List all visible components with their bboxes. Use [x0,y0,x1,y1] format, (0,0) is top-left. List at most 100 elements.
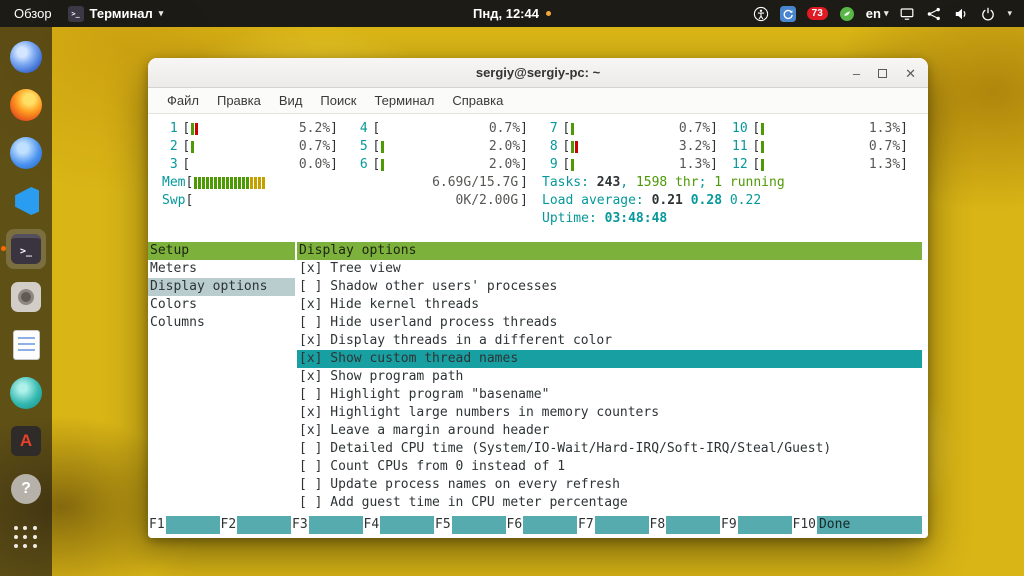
uptime-line: Uptime: 03:48:48 [542,210,922,228]
dock: >_ A? [0,27,52,576]
close-button[interactable]: ✕ [905,67,916,80]
menu-file[interactable]: Файл [158,93,208,108]
network-icon[interactable] [926,6,942,22]
menu-bar: Файл Правка Вид Поиск Терминал Справка [148,88,928,114]
option-row-11[interactable]: [ ] Count CPUs from 0 instead of 1 [297,458,922,476]
dock-writer-icon[interactable] [6,325,46,365]
accessibility-icon[interactable] [753,6,769,22]
menu-view[interactable]: Вид [270,93,312,108]
cpu-meter-5: 5[2.0%] [352,138,542,156]
screen-share-icon[interactable] [899,6,915,22]
option-row-1[interactable]: [ ] Shadow other users' processes [297,278,922,296]
chevron-down-icon: ▾ [159,8,164,19]
desktop-background: Обзор >_ Терминал ▾ Пнд, 12:44 73 en [0,0,1024,576]
option-row-8[interactable]: [x] Highlight large numbers in memory co… [297,404,922,422]
cpu-meter-2: 2[0.7%] [162,138,352,156]
setup-header: Setup [148,242,295,260]
dock-teal-app-icon[interactable] [6,373,46,413]
setup-item-colors[interactable]: Colors [148,296,295,314]
setup-item-display-options[interactable]: Display options [148,278,295,296]
option-row-2[interactable]: [x] Hide kernel threads [297,296,922,314]
option-row-4[interactable]: [x] Display threads in a different color [297,332,922,350]
menu-edit[interactable]: Правка [208,93,270,108]
option-row-5[interactable]: [x] Show custom thread names [297,350,922,368]
cpu-meter-12: 12[1.3%] [732,156,922,174]
window-title: sergiy@sergiy-pc: ~ [148,65,928,80]
thunderbird-glyph [10,137,42,169]
activities-button[interactable]: Обзор [14,6,52,21]
red-a-app-glyph: A [11,426,41,456]
chevron-down-icon: ▾ [1007,8,1012,19]
dock-camera-icon[interactable] [6,277,46,317]
minimize-button[interactable]: – [853,67,860,80]
cpu-meter-4: 4[0.7%] [352,120,542,138]
fn-key-f5[interactable]: F5 [434,516,506,534]
cpu-meter-8: 8[3.2%] [542,138,732,156]
option-row-3[interactable]: [ ] Hide userland process threads [297,314,922,332]
options-panel: Display options [x] Tree view[ ] Shadow … [297,242,922,512]
software-update-icon[interactable] [780,6,796,22]
terminal-app-icon: >_ [68,6,84,22]
clock-menu[interactable]: Пнд, 12:44 [473,6,551,21]
input-language-indicator[interactable]: en ▾ [866,6,889,21]
setup-item-columns[interactable]: Columns [148,314,295,332]
menu-search[interactable]: Поиск [311,93,365,108]
dock-thunderbird-icon[interactable] [6,133,46,173]
top-bar: Обзор >_ Терминал ▾ Пнд, 12:44 73 en [0,0,1024,27]
terminal-window: sergiy@sergiy-pc: ~ – ✕ Файл Правка Вид … [148,58,928,538]
option-row-10[interactable]: [ ] Detailed CPU time (System/IO-Wait/Ha… [297,440,922,458]
dock-help-icon[interactable]: ? [6,469,46,509]
option-row-6[interactable]: [x] Show program path [297,368,922,386]
fn-key-f3[interactable]: F3 [291,516,363,534]
dock-terminal-icon[interactable]: >_ [6,229,46,269]
teal-app-glyph [10,377,42,409]
volume-icon[interactable] [953,6,969,22]
dock-app-grid-icon[interactable] [6,517,46,557]
fn-key-f7[interactable]: F7 [577,516,649,534]
option-rows: [x] Tree view[ ] Shadow other users' pro… [297,260,922,512]
fn-key-f1[interactable]: F1 [148,516,220,534]
app-menu-label: Терминал [90,6,153,21]
fn-key-f6[interactable]: F6 [506,516,578,534]
fn-key-f10[interactable]: F10Done [792,516,923,534]
cpu-meter-9: 9[1.3%] [542,156,732,174]
cpu-meter-7: 7[0.7%] [542,120,732,138]
function-key-bar: F1F2F3F4F5F6F7F8F9F10Done [148,516,922,534]
update-count-badge[interactable]: 73 [807,7,828,20]
option-row-7[interactable]: [ ] Highlight program "basename" [297,386,922,404]
firefox-glyph [10,89,42,121]
notification-dot-icon [546,11,551,16]
cpu-meter-6: 6[2.0%] [352,156,542,174]
writer-glyph [13,330,40,360]
fn-key-f4[interactable]: F4 [363,516,435,534]
option-row-12[interactable]: [ ] Update process names on every refres… [297,476,922,494]
dock-vscode-icon[interactable] [6,181,46,221]
option-row-9[interactable]: [x] Leave a margin around header [297,422,922,440]
cpu-meter-10: 10[1.3%] [732,120,922,138]
fn-key-f8[interactable]: F8 [649,516,721,534]
vscode-glyph [13,187,39,215]
setup-items: MetersDisplay optionsColorsColumns [148,260,295,332]
dock-firefox-icon[interactable] [6,85,46,125]
dock-browser-icon[interactable] [6,37,46,77]
fn-key-f2[interactable]: F2 [220,516,292,534]
load-average-line: Load average: 0.21 0.28 0.22 [542,192,922,210]
fn-key-f9[interactable]: F9 [720,516,792,534]
menu-help[interactable]: Справка [443,93,512,108]
power-icon[interactable] [980,6,996,22]
help-glyph: ? [11,474,41,504]
system-monitor-icon[interactable] [839,6,855,22]
options-header: Display options [297,242,922,260]
terminal-content[interactable]: 1[5.2%]2[0.7%]3[0.0%]4[0.7%]5[2.0%]6[2.0… [148,114,928,538]
system-indicators: 73 en ▾ ▾ [753,6,1024,22]
window-titlebar[interactable]: sergiy@sergiy-pc: ~ – ✕ [148,58,928,88]
htop-meters: 1[5.2%]2[0.7%]3[0.0%]4[0.7%]5[2.0%]6[2.0… [162,120,922,228]
option-row-13[interactable]: [ ] Add guest time in CPU meter percenta… [297,494,922,512]
option-row-0[interactable]: [x] Tree view [297,260,922,278]
menu-terminal[interactable]: Терминал [365,93,443,108]
maximize-button[interactable] [878,69,887,78]
app-grid-glyph [14,525,38,549]
dock-red-a-app-icon[interactable]: A [6,421,46,461]
app-menu[interactable]: >_ Терминал ▾ [68,6,164,22]
setup-item-meters[interactable]: Meters [148,260,295,278]
